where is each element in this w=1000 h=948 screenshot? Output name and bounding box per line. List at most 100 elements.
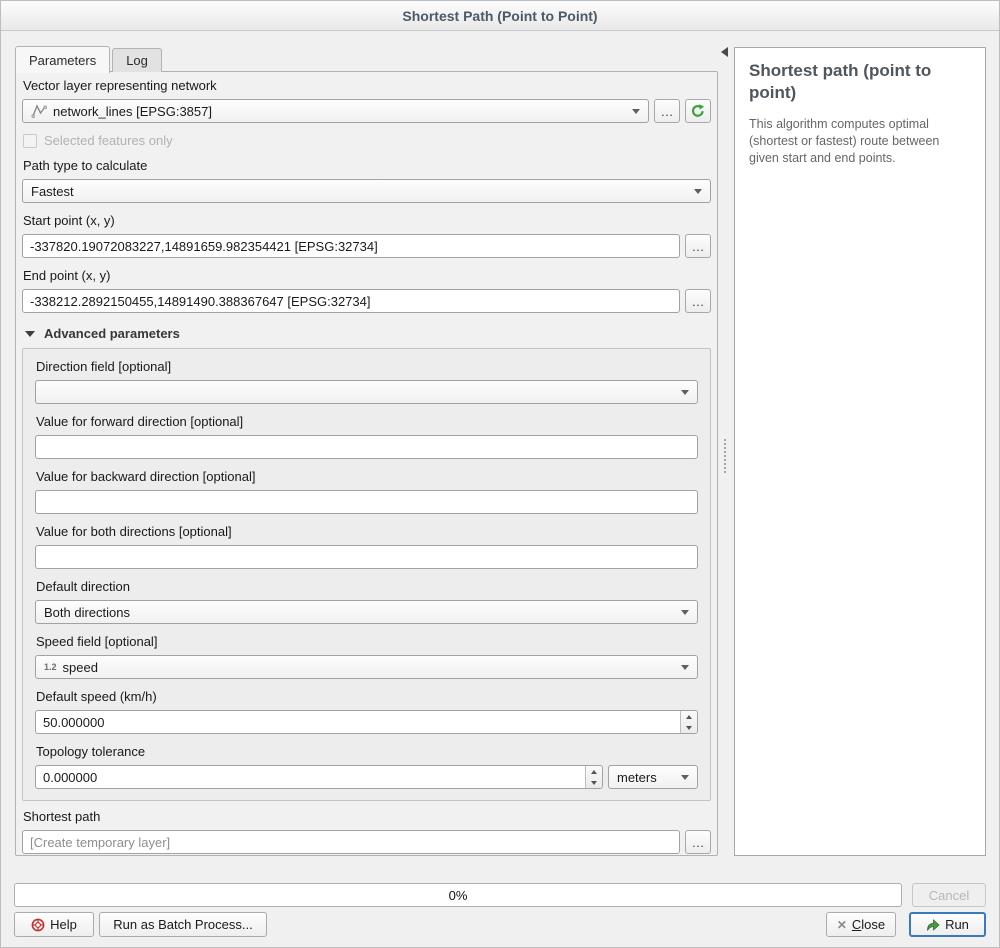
- browse-ellipsis-icon: …: [692, 295, 705, 308]
- browse-ellipsis-icon: …: [692, 836, 705, 849]
- help-button[interactable]: Help: [14, 912, 94, 937]
- progress-bar: 0%: [14, 883, 902, 907]
- chevron-down-icon: [681, 775, 689, 780]
- tab-parameters-label: Parameters: [29, 53, 96, 68]
- chevron-down-icon: [694, 189, 702, 194]
- run-as-batch-button[interactable]: Run as Batch Process...: [99, 912, 267, 937]
- start-point-label: Start point (x, y): [23, 213, 711, 228]
- default-speed-value: 50.000000: [36, 711, 680, 733]
- topology-tolerance-label: Topology tolerance: [36, 744, 698, 759]
- network-layer-browse-button[interactable]: …: [654, 99, 680, 123]
- default-direction-label: Default direction: [36, 579, 698, 594]
- selected-features-checkbox: Selected features only: [23, 133, 711, 148]
- run-arrow-icon: [926, 918, 940, 932]
- field-topology-tolerance: Topology tolerance 0.000000 meters: [35, 744, 698, 789]
- advanced-parameters-title: Advanced parameters: [44, 326, 180, 341]
- output-browse-button[interactable]: …: [685, 830, 711, 854]
- help-label: Help: [50, 917, 77, 932]
- network-layer-select[interactable]: network_lines [EPSG:3857]: [22, 99, 649, 123]
- iterate-over-layer-icon: [690, 103, 706, 119]
- help-title: Shortest path (point to point): [749, 60, 971, 104]
- forward-value-label: Value for forward direction [optional]: [36, 414, 698, 429]
- default-speed-label: Default speed (km/h): [36, 689, 698, 704]
- field-default-direction: Default direction Both directions: [35, 579, 698, 624]
- close-button[interactable]: ✕ Close: [826, 912, 896, 937]
- topology-tolerance-spinbox[interactable]: 0.000000: [35, 765, 603, 789]
- help-description: This algorithm computes optimal (shortes…: [749, 116, 971, 167]
- advanced-parameters-toggle[interactable]: Advanced parameters: [25, 326, 711, 341]
- spin-down-icon[interactable]: [681, 722, 697, 733]
- direction-field-label: Direction field [optional]: [36, 359, 698, 374]
- speed-field-select[interactable]: 1.2 speed: [35, 655, 698, 679]
- field-forward-value: Value for forward direction [optional]: [35, 414, 698, 459]
- decimal-field-icon: 1.2: [44, 662, 57, 672]
- tab-bar: Parameters Log: [15, 46, 162, 72]
- field-backward-value: Value for backward direction [optional]: [35, 469, 698, 514]
- panel-splitter[interactable]: [718, 47, 734, 856]
- close-x-icon: ✕: [837, 918, 847, 932]
- advanced-parameters-group: Direction field [optional] Value for for…: [22, 348, 711, 801]
- help-icon: [31, 918, 45, 932]
- chevron-down-icon: [681, 610, 689, 615]
- backward-value-input[interactable]: [35, 490, 698, 514]
- spin-up-icon[interactable]: [681, 711, 697, 722]
- speed-field-label: Speed field [optional]: [36, 634, 698, 649]
- path-type-value: Fastest: [31, 184, 74, 199]
- title-bar[interactable]: Shortest Path (Point to Point): [1, 1, 999, 31]
- parameters-panel: Vector layer representing network networ…: [15, 71, 718, 856]
- field-start-point: Start point (x, y) …: [22, 213, 711, 258]
- start-point-input[interactable]: [22, 234, 680, 258]
- help-panel: Shortest path (point to point) This algo…: [734, 47, 986, 856]
- run-button[interactable]: Run: [909, 912, 986, 937]
- cancel-button: Cancel: [912, 883, 986, 907]
- both-value-input[interactable]: [35, 545, 698, 569]
- end-point-browse-button[interactable]: …: [685, 289, 711, 313]
- path-type-label: Path type to calculate: [23, 158, 711, 173]
- network-layer-label: Vector layer representing network: [23, 78, 711, 93]
- output-path-input[interactable]: [22, 830, 680, 854]
- default-direction-select[interactable]: Both directions: [35, 600, 698, 624]
- chevron-down-icon: [681, 390, 689, 395]
- spin-up-icon[interactable]: [586, 766, 602, 777]
- splitter-grip-icon[interactable]: [724, 439, 726, 473]
- field-both-value: Value for both directions [optional]: [35, 524, 698, 569]
- collapse-triangle-icon: [25, 331, 35, 337]
- backward-value-label: Value for backward direction [optional]: [36, 469, 698, 484]
- direction-field-select[interactable]: [35, 380, 698, 404]
- cancel-label: Cancel: [929, 888, 969, 903]
- close-label: Close: [852, 917, 885, 932]
- selected-features-label: Selected features only: [44, 133, 173, 148]
- forward-value-input[interactable]: [35, 435, 698, 459]
- iterate-over-layer-button[interactable]: [685, 99, 711, 123]
- speed-field-value: speed: [63, 660, 98, 675]
- chevron-down-icon: [632, 109, 640, 114]
- end-point-label: End point (x, y): [23, 268, 711, 283]
- line-layer-icon: [31, 103, 47, 119]
- tolerance-units-select[interactable]: meters: [608, 765, 698, 789]
- default-speed-spinbox[interactable]: 50.000000: [35, 710, 698, 734]
- end-point-input[interactable]: [22, 289, 680, 313]
- tab-log-label: Log: [126, 53, 148, 68]
- topology-tolerance-value: 0.000000: [36, 766, 585, 788]
- browse-ellipsis-icon: …: [661, 105, 674, 118]
- field-direction: Direction field [optional]: [35, 359, 698, 404]
- spin-down-icon[interactable]: [586, 777, 602, 788]
- spin-buttons: [585, 766, 602, 788]
- both-value-label: Value for both directions [optional]: [36, 524, 698, 539]
- shortest-path-dialog: Shortest Path (Point to Point) Parameter…: [0, 0, 1000, 948]
- network-layer-value: network_lines [EPSG:3857]: [53, 104, 212, 119]
- start-point-browse-button[interactable]: …: [685, 234, 711, 258]
- run-label: Run: [945, 917, 969, 932]
- browse-ellipsis-icon: …: [692, 240, 705, 253]
- batch-label: Run as Batch Process...: [113, 917, 252, 932]
- path-type-select[interactable]: Fastest: [22, 179, 711, 203]
- field-path-type: Path type to calculate Fastest: [22, 158, 711, 203]
- tab-log[interactable]: Log: [112, 48, 162, 72]
- output-label: Shortest path: [23, 809, 711, 824]
- tab-parameters[interactable]: Parameters: [15, 46, 110, 73]
- collapse-left-icon[interactable]: [721, 47, 728, 57]
- progress-value: 0%: [449, 888, 468, 903]
- default-direction-value: Both directions: [44, 605, 130, 620]
- dialog-title: Shortest Path (Point to Point): [402, 8, 597, 24]
- field-default-speed: Default speed (km/h) 50.000000: [35, 689, 698, 734]
